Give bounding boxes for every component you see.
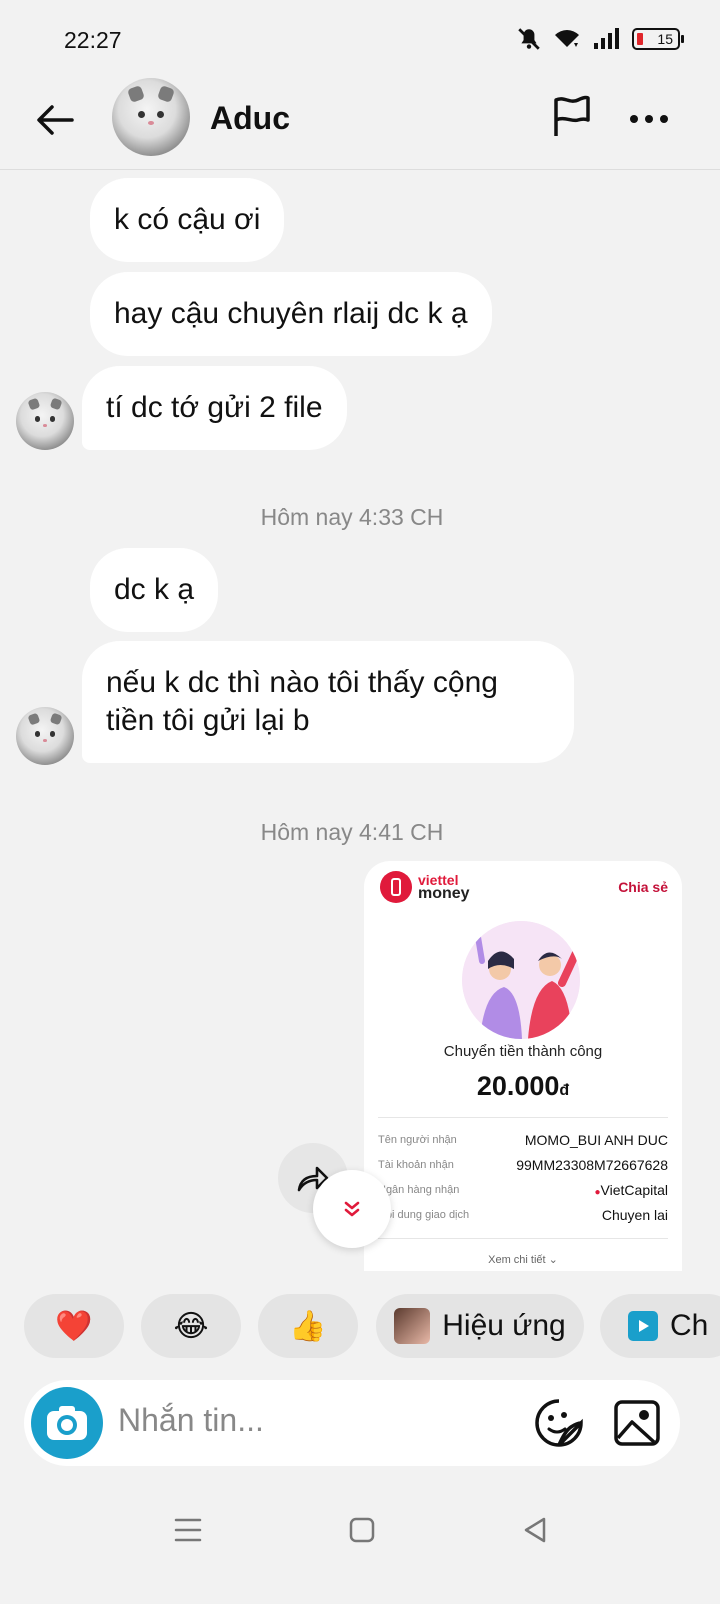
transfer-status: Chuyển tiền thành công	[443, 1043, 603, 1060]
message-bubble[interactable]: tí dc tớ gửi 2 file	[82, 366, 347, 450]
heart-icon: ❤️	[55, 1309, 93, 1343]
row-key: Tài khoản nhận	[378, 1159, 454, 1171]
divider	[378, 1238, 668, 1239]
effects-avatar-icon	[394, 1308, 431, 1344]
camera-icon	[47, 1406, 87, 1440]
row-value: 99MM23308M72667628	[516, 1157, 668, 1173]
chat-header: Aduc	[0, 74, 720, 170]
phone-icon	[380, 871, 412, 903]
row-key: Ngân hàng nhận	[378, 1184, 460, 1196]
bank-name: VietCapital	[600, 1182, 668, 1198]
double-chevron-down-icon	[344, 1201, 360, 1217]
thumbs-up-icon: 👍	[289, 1309, 327, 1343]
effects-chip[interactable]: Hiệu ứng	[376, 1294, 584, 1358]
play-icon	[628, 1311, 658, 1341]
home-icon[interactable]	[342, 1510, 382, 1550]
effects-label: Hiệu ứng	[442, 1309, 566, 1342]
message-bubble[interactable]: nếu k dc thì nào tôi thấy cộng tiền tôi …	[82, 641, 574, 763]
brand-line2: money	[418, 885, 470, 902]
battery-level: 15	[657, 31, 673, 47]
timestamp: Hôm nay 4:41 CH	[260, 819, 444, 845]
success-illustration	[462, 921, 580, 1039]
wifi-icon	[555, 30, 579, 47]
message-bubble[interactable]: dc k ạ	[90, 548, 219, 632]
status-bar: 22:27 15	[0, 0, 720, 80]
quick-reactions-bar: ❤️ 😂 👍 Hiệu ứng Ch	[24, 1294, 720, 1358]
message-text: hay cậu chuyên rlaij dc k ạ	[114, 297, 468, 330]
row-key: Nội dung giao dịch	[378, 1209, 470, 1221]
scroll-to-bottom-button[interactable]	[313, 1170, 391, 1248]
divider	[378, 1117, 668, 1118]
reaction-heart[interactable]: ❤️	[24, 1294, 124, 1358]
sender-avatar[interactable]	[16, 392, 74, 450]
camera-button[interactable]	[31, 1387, 103, 1459]
mute-icon	[518, 28, 540, 50]
row-value: MOMO_BUI ANH DUC	[524, 1132, 668, 1148]
reaction-laughing[interactable]: 😂	[141, 1294, 241, 1358]
reaction-thumbs-up[interactable]: 👍	[258, 1294, 358, 1358]
row-key: Tên người nhận	[378, 1134, 457, 1146]
sticker-icon[interactable]	[534, 1398, 584, 1448]
share-link: Chia sẻ	[618, 879, 668, 895]
viettel-money-logo: viettel money	[380, 871, 470, 903]
play-chip[interactable]: Ch	[600, 1294, 720, 1358]
message-text-line: nếu k dc thì nào tôi thấy cộng	[106, 666, 498, 699]
row-value: ●VietCapital	[595, 1182, 669, 1198]
view-details-link: Xem chi tiết ⌄	[364, 1253, 682, 1266]
back-arrow-icon[interactable]	[32, 96, 80, 144]
transfer-amount: 20.000đ	[364, 1071, 682, 1102]
status-icons: 15	[516, 26, 684, 52]
message-text: dc k ạ	[114, 573, 195, 606]
receipt-row: Tài khoản nhận 99MM23308M72667628	[378, 1154, 668, 1176]
laughing-icon: 😂	[173, 1309, 209, 1343]
sender-avatar[interactable]	[16, 707, 74, 765]
amount-value: 20.000	[476, 1071, 560, 1101]
battery-icon: 15	[632, 28, 684, 50]
transfer-receipt-image[interactable]: viettel money Chia sẻ Chuyển tiền thành …	[364, 861, 682, 1271]
message-composer: Nhắn tin...	[24, 1380, 680, 1466]
status-time: 22:27	[64, 27, 122, 53]
contact-avatar[interactable]	[112, 78, 190, 156]
message-text: k có cậu ơi	[114, 203, 261, 236]
receipt-row: Nội dung giao dịch Chuyen lai	[378, 1204, 668, 1226]
timestamp: Hôm nay 4:33 CH	[260, 504, 444, 530]
message-bubble[interactable]: hay cậu chuyên rlaij dc k ạ	[90, 272, 492, 356]
flag-icon[interactable]	[548, 94, 594, 140]
contact-name[interactable]: Aduc	[210, 100, 290, 137]
message-text-line: tiền tôi gửi lại b	[106, 704, 310, 737]
menu-icon[interactable]	[168, 1510, 208, 1550]
currency-symbol: đ	[559, 1082, 570, 1099]
message-input[interactable]: Nhắn tin...	[118, 1402, 264, 1439]
more-options-icon[interactable]	[626, 96, 672, 142]
details-label: Xem chi tiết	[488, 1254, 546, 1266]
message-bubble[interactable]: k có cậu ơi	[90, 178, 285, 262]
chevron-down-icon: ⌄	[548, 1254, 558, 1266]
system-navigation-bar	[0, 1490, 720, 1604]
gallery-icon[interactable]	[612, 1398, 662, 1448]
receipt-row: Ngân hàng nhận ●VietCapital	[378, 1179, 668, 1201]
row-value: Chuyen lai	[601, 1207, 668, 1223]
signal-icon	[594, 28, 619, 49]
back-triangle-icon[interactable]	[516, 1510, 556, 1550]
receipt-row: Tên người nhận MOMO_BUI ANH DUC	[378, 1129, 668, 1151]
play-chip-label: Ch	[670, 1309, 709, 1342]
message-text: tí dc tớ gửi 2 file	[106, 391, 323, 424]
